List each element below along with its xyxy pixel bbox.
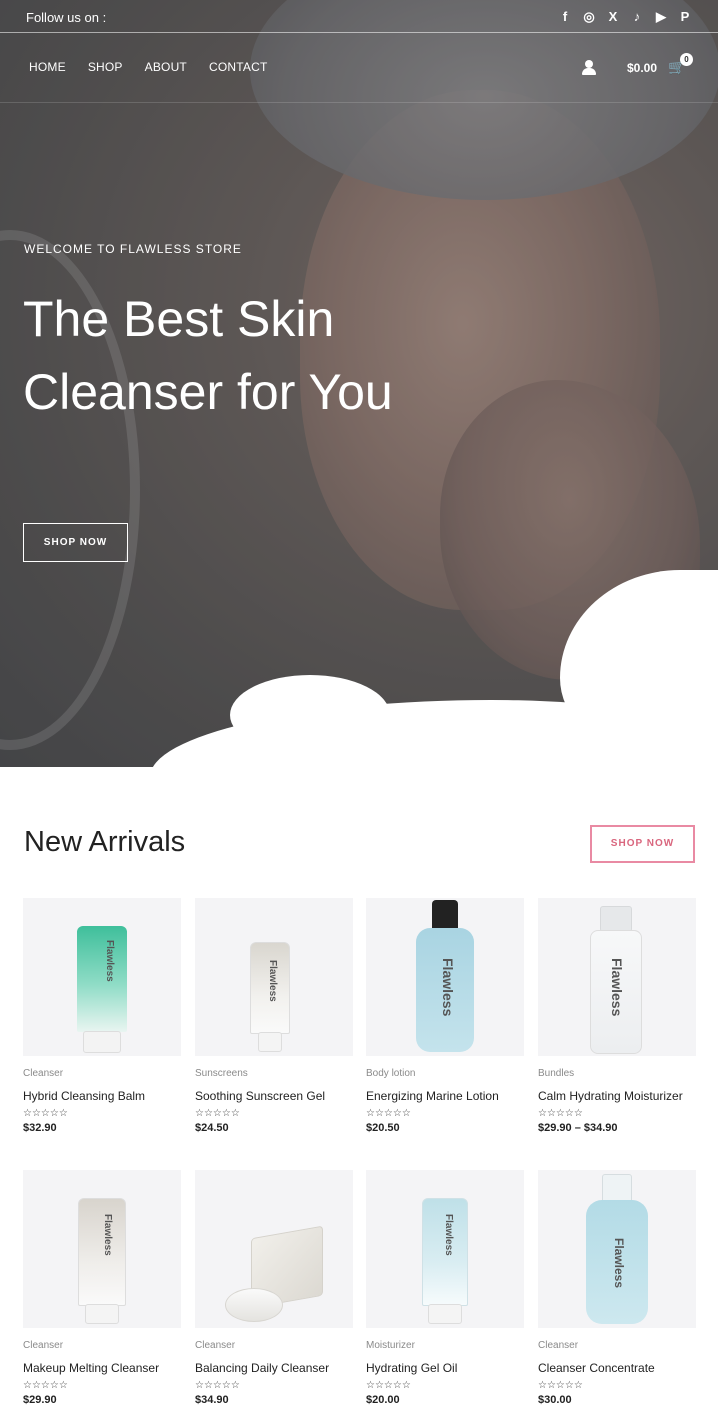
hero-headline: The Best Skin Cleanser for You: [23, 291, 393, 420]
product-price: $20.00: [366, 1394, 400, 1406]
product-brand-label: Flawless: [267, 960, 278, 1002]
product-rating-stars: ☆☆☆☆☆: [538, 1108, 583, 1119]
product-brand-label: Flawless: [440, 958, 456, 1017]
product-category[interactable]: Cleanser: [23, 1340, 181, 1351]
product-card[interactable]: Flawless Body lotion Energizing Marine L…: [366, 898, 524, 1134]
product-image[interactable]: Flawless: [538, 1170, 696, 1328]
product-image[interactable]: Flawless: [23, 898, 181, 1056]
product-category[interactable]: Moisturizer: [366, 1340, 524, 1351]
product-image[interactable]: [195, 1170, 353, 1328]
user-account-icon[interactable]: [582, 60, 596, 76]
product-image[interactable]: Flawless: [195, 898, 353, 1056]
product-price: $30.00: [538, 1394, 572, 1406]
product-category[interactable]: Cleanser: [23, 1068, 181, 1079]
product-name[interactable]: Calm Hydrating Moisturizer: [538, 1089, 696, 1103]
product-price: $29.90: [23, 1394, 57, 1406]
hero-shop-now-button[interactable]: SHOP NOW: [23, 523, 128, 562]
product-rating-stars: ☆☆☆☆☆: [23, 1380, 68, 1391]
product-category[interactable]: Sunscreens: [195, 1068, 353, 1079]
hero-welcome-text: WELCOME TO FLAWLESS STORE: [24, 242, 242, 256]
product-cap-shape: [83, 1031, 121, 1053]
product-card[interactable]: Flawless Cleanser Hybrid Cleansing Balm …: [23, 898, 181, 1134]
product-card[interactable]: Flawless Sunscreens Soothing Sunscreen G…: [195, 898, 353, 1134]
pinterest-icon[interactable]: P: [678, 9, 692, 25]
new-arrivals-title: New Arrivals: [24, 826, 186, 858]
product-cap-shape: [85, 1304, 119, 1324]
product-name[interactable]: Balancing Daily Cleanser: [195, 1361, 353, 1375]
product-card[interactable]: Flawless Cleanser Cleanser Concentrate ☆…: [538, 1170, 696, 1406]
product-name[interactable]: Energizing Marine Lotion: [366, 1089, 524, 1103]
nav-item-home[interactable]: HOME: [29, 60, 66, 74]
product-category[interactable]: Cleanser: [195, 1340, 353, 1351]
product-price: $24.50: [195, 1122, 229, 1134]
product-jar-shape: [225, 1288, 283, 1322]
product-price: $29.90 – $34.90: [538, 1122, 618, 1134]
product-card[interactable]: Cleanser Balancing Daily Cleanser ☆☆☆☆☆ …: [195, 1170, 353, 1406]
product-brand-label: Flawless: [612, 1238, 626, 1289]
new-arrivals-shop-now-button[interactable]: SHOP NOW: [590, 825, 695, 863]
youtube-icon[interactable]: ▶: [654, 9, 668, 25]
pump-cap-shape: [432, 900, 458, 930]
product-image[interactable]: Flawless: [366, 1170, 524, 1328]
product-cap-shape: [600, 906, 632, 932]
cart-count-badge: 0: [680, 53, 693, 66]
nav-item-shop[interactable]: SHOP: [88, 60, 123, 74]
product-rating-stars: ☆☆☆☆☆: [366, 1108, 411, 1119]
product-name[interactable]: Hydrating Gel Oil: [366, 1361, 524, 1375]
product-image[interactable]: Flawless: [366, 898, 524, 1056]
facebook-icon[interactable]: f: [558, 9, 572, 25]
product-price: $34.90: [195, 1394, 229, 1406]
tiktok-icon[interactable]: ♪: [630, 9, 644, 25]
social-links: f ◎ X ♪ ▶ P: [558, 9, 692, 25]
x-icon[interactable]: X: [606, 9, 620, 25]
product-brand-label: Flawless: [104, 940, 115, 982]
product-rating-stars: ☆☆☆☆☆: [366, 1380, 411, 1391]
product-rating-stars: ☆☆☆☆☆: [23, 1108, 68, 1119]
product-rating-stars: ☆☆☆☆☆: [195, 1380, 240, 1391]
nav-item-about[interactable]: ABOUT: [145, 60, 187, 74]
user-icon-head: [585, 60, 593, 68]
product-brand-label: Flawless: [443, 1214, 454, 1256]
product-category[interactable]: Body lotion: [366, 1068, 524, 1079]
product-card[interactable]: Flawless Cleanser Makeup Melting Cleanse…: [23, 1170, 181, 1406]
product-name[interactable]: Cleanser Concentrate: [538, 1361, 696, 1375]
product-name[interactable]: Makeup Melting Cleanser: [23, 1361, 181, 1375]
product-image[interactable]: Flawless: [538, 898, 696, 1056]
product-rating-stars: ☆☆☆☆☆: [195, 1108, 240, 1119]
product-name[interactable]: Hybrid Cleansing Balm: [23, 1089, 181, 1103]
product-category[interactable]: Bundles: [538, 1068, 696, 1079]
product-brand-label: Flawless: [609, 958, 625, 1017]
instagram-icon[interactable]: ◎: [582, 9, 596, 25]
cart-total[interactable]: $0.00: [627, 61, 657, 75]
top-bar: Follow us on : f ◎ X ♪ ▶ P: [0, 0, 718, 33]
user-icon-body: [582, 68, 596, 75]
nav-menu: HOME SHOP ABOUT CONTACT: [29, 60, 267, 74]
hero-banner: Follow us on : f ◎ X ♪ ▶ P HOME SHOP ABO…: [0, 0, 718, 767]
product-cap-shape: [258, 1032, 282, 1052]
nav-item-contact[interactable]: CONTACT: [209, 60, 268, 74]
product-tube-shape: [77, 926, 127, 1032]
product-cap-shape: [428, 1304, 462, 1324]
product-category[interactable]: Cleanser: [538, 1340, 696, 1351]
main-nav: HOME SHOP ABOUT CONTACT $0.00 🛒 0: [0, 33, 718, 103]
follow-us-label: Follow us on :: [26, 10, 107, 25]
product-name[interactable]: Soothing Sunscreen Gel: [195, 1089, 353, 1103]
product-rating-stars: ☆☆☆☆☆: [538, 1380, 583, 1391]
product-brand-label: Flawless: [102, 1214, 113, 1256]
product-price: $32.90: [23, 1122, 57, 1134]
product-price: $20.50: [366, 1122, 400, 1134]
product-image[interactable]: Flawless: [23, 1170, 181, 1328]
product-card[interactable]: Flawless Bundles Calm Hydrating Moisturi…: [538, 898, 696, 1134]
product-card[interactable]: Flawless Moisturizer Hydrating Gel Oil ☆…: [366, 1170, 524, 1406]
